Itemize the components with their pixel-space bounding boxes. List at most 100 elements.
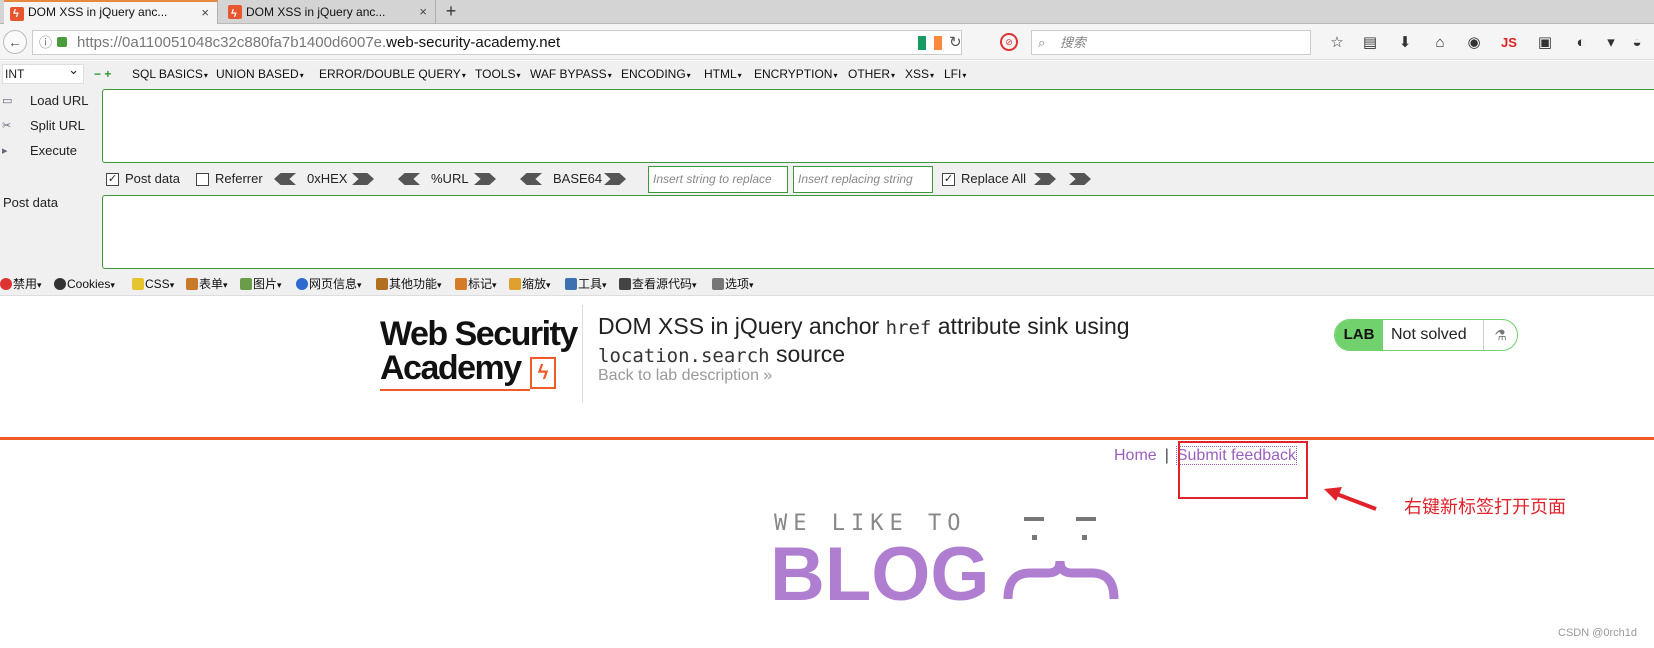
replace-all-label: Replace All [961, 171, 1027, 186]
disable-menu[interactable]: 禁用 [0, 272, 42, 297]
options-menu[interactable]: 选项 [712, 272, 754, 297]
lab-status-text: Not solved [1391, 326, 1467, 343]
base64-encode-icon[interactable] [604, 173, 626, 185]
bookmark-star-icon[interactable]: ☆ [1326, 33, 1348, 53]
back-to-lab-description-link[interactable]: Back to lab description » [598, 367, 772, 385]
hackbar-menu: INT − + SQL BASICS UNION BASED ERROR/DOU… [0, 61, 1654, 87]
cookies-icon [54, 278, 66, 290]
url-decode-icon[interactable] [398, 173, 420, 185]
pencil-icon [455, 278, 467, 290]
referrer-checkbox[interactable] [196, 173, 209, 186]
menu-html[interactable]: HTML [704, 61, 742, 89]
search-input[interactable]: ⌕ 搜索 [1031, 30, 1311, 55]
lock-icon[interactable] [57, 37, 67, 47]
divider [582, 305, 583, 403]
mark-menu[interactable]: 标记 [455, 272, 497, 297]
image-toggle-icon[interactable]: ▣ [1534, 33, 1556, 53]
download-icon[interactable]: ⬇ [1394, 33, 1416, 53]
ruler-icon [509, 278, 521, 290]
post-data-textarea[interactable] [102, 195, 1654, 269]
split-url-button[interactable]: ✂ Split URL [0, 114, 96, 138]
back-button[interactable]: ← [3, 30, 27, 54]
base64-decode-icon[interactable] [520, 173, 542, 185]
ireland-flag-icon [918, 36, 942, 50]
menu-error-double-query[interactable]: ERROR/DOUBLE QUERY [319, 61, 466, 89]
replace-all-checkbox[interactable]: ✓ [942, 173, 955, 186]
replace-left-icon[interactable] [1069, 173, 1091, 185]
load-url-button[interactable]: ▭ Load URL [0, 89, 96, 113]
replacing-string-input[interactable]: Insert replacing string [793, 166, 933, 193]
other-functions-menu[interactable]: 其他功能 [376, 272, 442, 297]
url-encode-label: %URL [431, 171, 469, 186]
referrer-label: Referrer [215, 171, 263, 186]
url-bar[interactable]: ⓘ https://0a110051048c32c880fa7b1400d600… [32, 30, 962, 55]
url-text[interactable]: https://0a110051048c32c880fa7b1400d6007e… [77, 31, 560, 54]
menu-lfi[interactable]: LFI [944, 61, 966, 89]
js-toggle-icon[interactable]: JS [1498, 33, 1520, 53]
tab-bar: DOM XSS in jQuery anc... × DOM XSS in jQ… [0, 0, 1654, 24]
url-encode-icon[interactable] [474, 173, 496, 185]
css-menu[interactable]: CSS [132, 272, 174, 297]
page-info-menu[interactable]: 网页信息 [296, 272, 362, 297]
source-icon [619, 278, 631, 290]
blog-heading: BLOG [770, 532, 990, 617]
hex-label: 0xHEX [307, 171, 348, 186]
web-security-academy-logo[interactable]: Web Security Academy ϟ [380, 317, 580, 391]
tools-menu[interactable]: 工具 [565, 272, 607, 297]
replace-right-icon[interactable] [1034, 173, 1056, 185]
blog-face-icon [1003, 517, 1119, 600]
browser-tab-active[interactable]: DOM XSS in jQuery anc... × [4, 0, 218, 24]
forms-menu[interactable]: 表单 [186, 272, 228, 297]
lightning-icon: ϟ [530, 357, 556, 389]
lab-status-badge: LAB Not solved ⚗ [1334, 319, 1518, 351]
replace-string-input[interactable]: Insert string to replace [648, 166, 788, 193]
css-icon [132, 278, 144, 290]
web-developer-toolbar: 禁用 Cookies CSS 表单 图片 网页信息 其他功能 标记 缩放 工具 … [0, 272, 1654, 296]
menu-other[interactable]: OTHER [848, 61, 895, 89]
menu-tools[interactable]: TOOLS [475, 61, 520, 89]
menu-union-based[interactable]: UNION BASED [216, 61, 304, 89]
page-content: Web Security Academy ϟ DOM XSS in jQuery… [0, 297, 1654, 648]
execute-button[interactable]: ▸ Execute [0, 139, 96, 163]
new-tab-button[interactable]: + [440, 0, 462, 24]
load-url-icon: ▭ [2, 95, 13, 107]
menu-xss[interactable]: XSS [905, 61, 934, 89]
images-menu[interactable]: 图片 [240, 272, 282, 297]
menu-encryption[interactable]: ENCRYPTION [754, 61, 837, 89]
hex-encode-icon[interactable] [352, 173, 374, 185]
globe-icon[interactable]: ◉ [1463, 33, 1485, 53]
view-source-menu[interactable]: 查看源代码 [619, 272, 697, 297]
tab-title: DOM XSS in jQuery anc... [28, 5, 168, 19]
menu-sql-basics[interactable]: SQL BASICS [132, 61, 208, 89]
watermark: CSDN @0rch1d [1558, 627, 1638, 639]
reading-list-icon[interactable]: ▤ [1359, 33, 1381, 53]
zoom-menu[interactable]: 缩放 [509, 272, 551, 297]
reload-icon[interactable]: ↻ [949, 31, 962, 54]
hex-decode-icon[interactable] [274, 173, 296, 185]
cookies-menu[interactable]: Cookies [54, 272, 115, 297]
profile-icon[interactable]: ◒ [1626, 33, 1648, 53]
menu-chevron-icon[interactable]: ▾ [1600, 33, 1622, 53]
post-data-checkbox[interactable]: ✓ [106, 173, 119, 186]
menu-waf-bypass[interactable]: WAF BYPASS [530, 61, 612, 89]
lab-label: LAB [1335, 320, 1383, 350]
hackbar-resize-icon[interactable]: − + [94, 61, 111, 87]
hackbar-options: ✓ Post data Referrer 0xHEX %URL BASE64 I… [104, 165, 1654, 193]
palette-icon[interactable]: ◐ [1570, 33, 1592, 53]
home-icon[interactable]: ⌂ [1429, 33, 1451, 53]
tab-close-icon[interactable]: × [201, 2, 209, 23]
hackbar-panel: ▭ Load URL ✂ Split URL ▸ Execute ✓ Post … [0, 87, 1654, 283]
flask-icon: ⚗ [1483, 320, 1517, 350]
info-icon[interactable]: ⓘ [39, 31, 52, 54]
post-data-label: Post data [125, 171, 180, 186]
hackbar-type-select[interactable]: INT [2, 61, 84, 84]
blocker-icon[interactable]: ⊘ [1000, 33, 1018, 51]
home-link[interactable]: Home [1114, 447, 1157, 464]
url-textarea[interactable] [102, 89, 1654, 163]
disable-icon [0, 278, 12, 290]
tools-icon [565, 278, 577, 290]
tab-close-icon[interactable]: × [419, 0, 427, 24]
browser-tab[interactable]: DOM XSS in jQuery anc... × [222, 0, 436, 24]
scissors-icon: ✂ [2, 120, 12, 132]
menu-encoding[interactable]: ENCODING [621, 61, 691, 89]
